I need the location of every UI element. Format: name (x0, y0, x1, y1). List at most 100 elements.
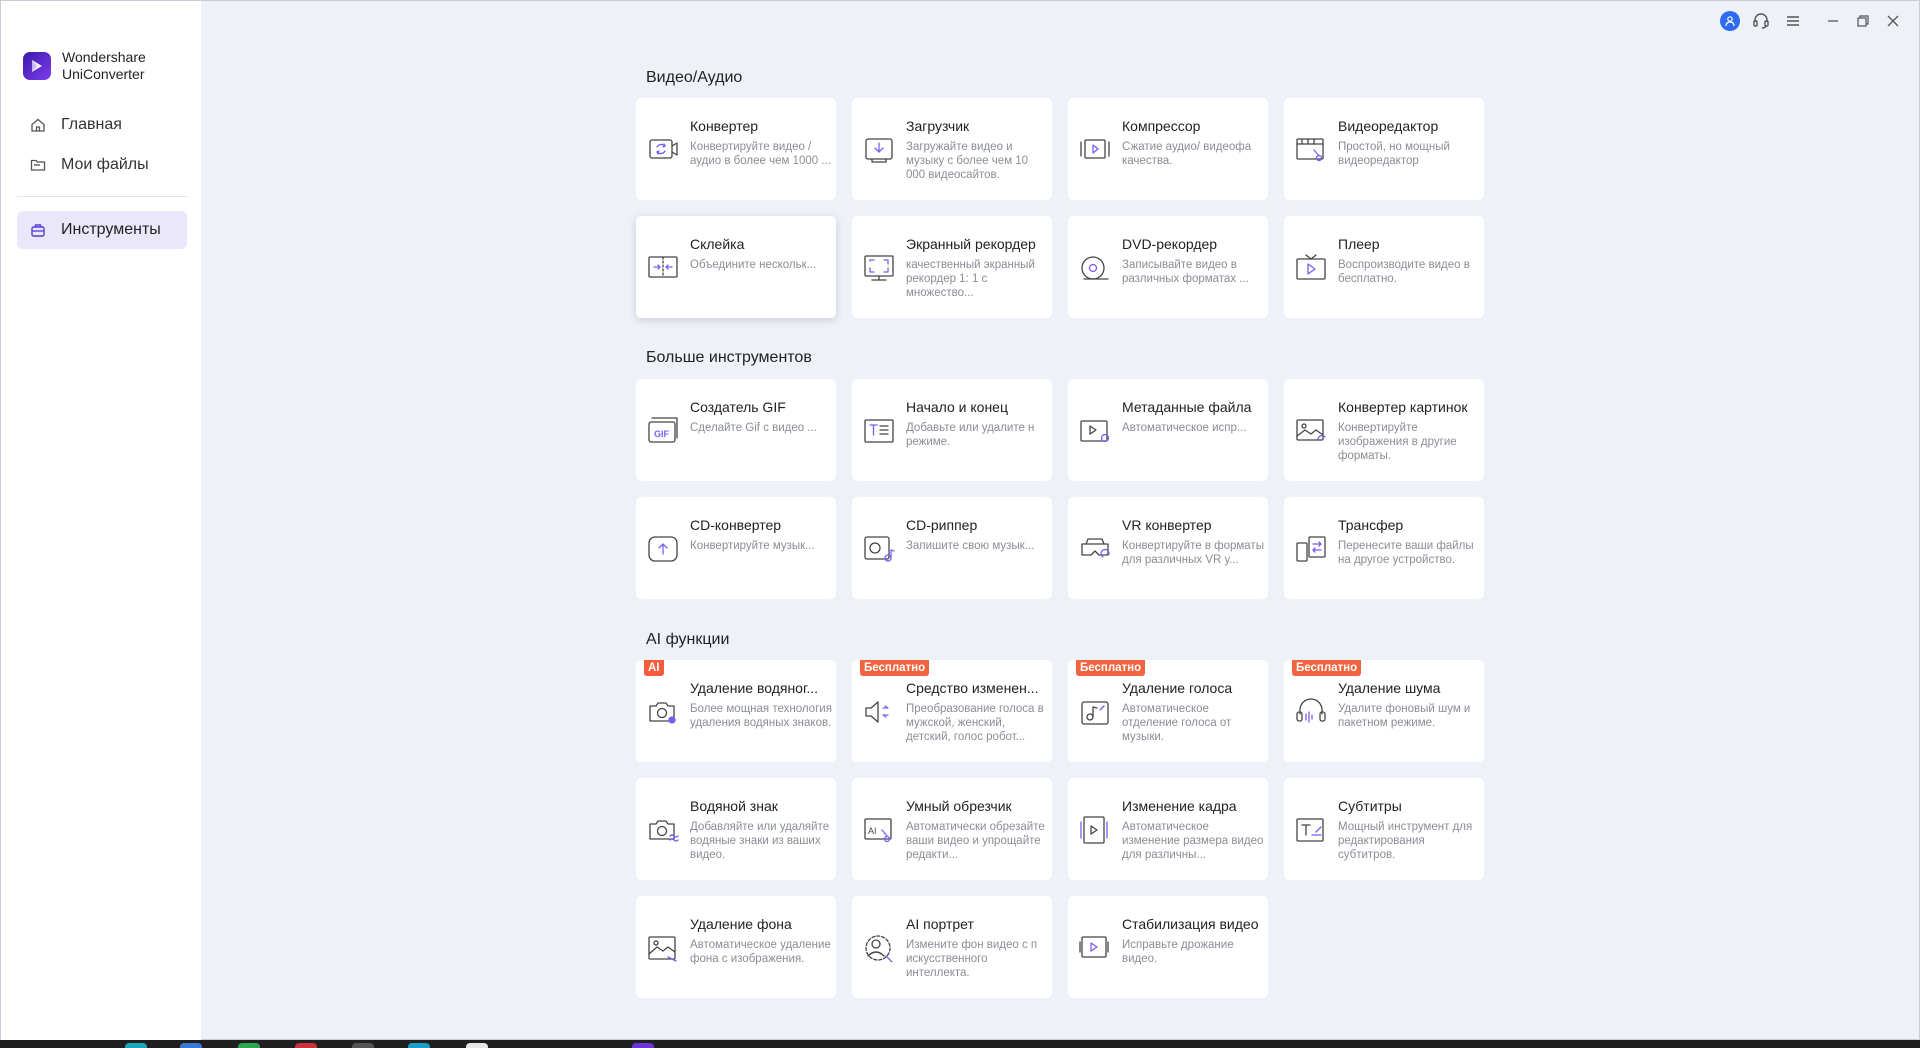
ai-badge: AI (644, 660, 664, 676)
taskbar-app-icon[interactable] (352, 1043, 374, 1048)
svg-text:GIF: GIF (654, 429, 670, 439)
sidebar-item-tools[interactable]: Инструменты (17, 211, 187, 249)
video-edit-icon (1296, 138, 1324, 162)
tool-card-screen-record[interactable]: Экранный рекордер качественный экранный р… (852, 216, 1052, 318)
tool-card-description: Сжатие аудио/ видеофа качества. (1122, 141, 1252, 167)
stabilize-icon (1079, 936, 1109, 958)
sidebar-item-label: Инструменты (61, 221, 161, 238)
tool-card-video-edit[interactable]: Видеоредактор Простой, но мощный видеоред… (1284, 98, 1484, 200)
tool-card-merge[interactable]: Склейка Объедините нескольк... (636, 216, 836, 318)
section-title-more-tools: Больше инструментов (646, 349, 812, 366)
tool-card-title: Субтитры (1338, 798, 1402, 814)
tool-card-gif[interactable]: GIF Создатель GIF Сделайте Gif с видео ... (636, 379, 836, 481)
tool-card-watermark[interactable]: Водяной знак Добавляйте или удаляйте водя… (636, 778, 836, 880)
tool-card-description: Добавляйте или удаляйте водяные знаки из… (690, 821, 830, 861)
tool-card-convert[interactable]: Конвертер Конвертируйте видео / аудио в б… (636, 98, 836, 200)
watermark-icon (649, 820, 679, 842)
close-icon (1887, 15, 1899, 27)
taskbar-app-icon[interactable] (295, 1043, 317, 1048)
tool-card-title: Конвертер (690, 118, 759, 134)
tool-card-title: Средство изменен... (906, 680, 1039, 696)
tool-card-title: Изменение кадра (1122, 798, 1237, 814)
tool-card-description: Автоматическое изменение размера видео д… (1122, 821, 1264, 861)
tool-card-title: Начало и конец (906, 399, 1008, 415)
intro-outro-icon (864, 419, 894, 443)
minimize-button[interactable] (1821, 9, 1845, 33)
brand-line-1: Wondershare (62, 49, 146, 65)
tool-card-watermark-remove[interactable]: AI Удаление водяног... Более мощная технол… (636, 660, 836, 762)
taskbar (0, 1040, 1920, 1048)
support-button[interactable] (1749, 9, 1773, 33)
gif-icon: GIF (648, 417, 678, 443)
screen-record-icon (864, 255, 894, 281)
voice-change-icon (865, 701, 889, 723)
taskbar-app-icon[interactable] (238, 1043, 260, 1048)
dvd-icon (1081, 256, 1109, 280)
tool-card-title: Удаление шума (1338, 680, 1441, 696)
compress-icon (1080, 139, 1110, 159)
transfer-icon (1296, 536, 1326, 562)
tool-card-intro-outro[interactable]: Начало и конец Добавьте или удалите н реж… (852, 379, 1052, 481)
tool-card-bg-remove[interactable]: Удаление фона Автоматическое удаление фон… (636, 896, 836, 998)
account-button[interactable] (1718, 9, 1742, 33)
sidebar-item-home[interactable]: Главная (17, 106, 187, 144)
tool-card-compress[interactable]: Компрессор Сжатие аудио/ видеофа качества… (1068, 98, 1268, 200)
tool-card-description: Добавьте или удалите н режиме. (906, 422, 1035, 448)
tool-card-cd-convert[interactable]: CD-конвертер Конвертируйте музык... (636, 497, 836, 599)
tool-card-description: Конвертируйте изображения в другие форма… (1338, 422, 1457, 462)
tool-card-description: Объедините нескольк... (690, 259, 817, 271)
cd-convert-icon (648, 536, 678, 562)
tool-card-player[interactable]: Плеер Воспроизводите видео в бесплатно. (1284, 216, 1484, 318)
tool-card-transfer[interactable]: Трансфер Перенесите ваши файлы на другое … (1284, 497, 1484, 599)
sidebar-divider (17, 196, 187, 197)
tool-card-vocal-remove[interactable]: Бесплатно Удаление голоса Автоматическое о… (1068, 660, 1268, 762)
tool-card-description: Автоматическое испр... (1122, 422, 1247, 434)
taskbar-app-icon[interactable] (125, 1043, 147, 1048)
tool-card-description: Автоматическое отделение голоса от музык… (1122, 703, 1232, 743)
tool-card-title: Загрузчик (906, 118, 970, 134)
tool-card-download[interactable]: Загрузчик Загружайте видео и музыку с бол… (852, 98, 1052, 200)
tool-card-description: Запишите свою музык... (906, 540, 1035, 552)
tool-card-dvd[interactable]: DVD-рекордер Записывайте видео в различны… (1068, 216, 1268, 318)
tool-card-title: Удаление водяног... (690, 680, 819, 696)
tool-card-description: Загружайте видео и музыку с более чем 10… (906, 141, 1029, 181)
tool-card-subtitle[interactable]: Субтитры Мощный инструмент для редактиров… (1284, 778, 1484, 880)
minimize-icon (1828, 20, 1838, 22)
taskbar-app-icon[interactable] (408, 1043, 430, 1048)
tool-card-noise-remove[interactable]: Бесплатно Удаление шума Удалите фоновый шу… (1284, 660, 1484, 762)
tool-card-stabilize[interactable]: Стабилизация видео Исправьте дрожание вид… (1068, 896, 1268, 998)
tool-card-image-convert[interactable]: Конвертер картинок Конвертируйте изображе… (1284, 379, 1484, 481)
tool-card-voice-change[interactable]: Бесплатно Средство изменен... Преобразован… (852, 660, 1052, 762)
tool-card-description: Записывайте видео в различных форматах .… (1122, 259, 1249, 285)
subtitle-icon (1296, 818, 1324, 842)
menu-icon (1787, 16, 1799, 26)
tool-card-metadata[interactable]: Метаданные файла Автоматическое испр... (1068, 379, 1268, 481)
tool-card-ai-portrait[interactable]: AI портрет Измените фон видео с п искусст… (852, 896, 1052, 998)
free-badge: Бесплатно (1076, 660, 1146, 676)
restore-button[interactable] (1851, 9, 1875, 33)
taskbar-app-icon[interactable] (632, 1043, 654, 1048)
tool-card-smart-trim[interactable]: AI Умный обрезчик Автоматически обрезайте … (852, 778, 1052, 880)
tool-card-vr[interactable]: VR конвертер Конвертируйте в форматы для … (1068, 497, 1268, 599)
sidebar-item-my-files[interactable]: Мои файлы (17, 146, 187, 184)
taskbar-app-icon[interactable] (180, 1043, 202, 1048)
taskbar-app-icon[interactable] (466, 1043, 488, 1048)
tool-card-description: Конвертируйте видео / аудио в более чем … (690, 141, 831, 167)
close-button[interactable] (1881, 9, 1905, 33)
sidebar-item-label: Главная (61, 116, 122, 133)
tool-card-description: Мощный инструмент для редактирования суб… (1338, 821, 1473, 861)
sidebar-item-label: Мои файлы (61, 156, 149, 173)
tool-card-reframe[interactable]: Изменение кадра Автоматическое изменение … (1068, 778, 1268, 880)
tool-card-title: AI портрет (906, 916, 974, 932)
tool-card-title: Конвертер картинок (1338, 399, 1468, 415)
tool-card-cd-rip[interactable]: CD-риппер Запишите свою музык... (852, 497, 1052, 599)
tool-card-title: Удаление голоса (1122, 680, 1233, 696)
ai-portrait-icon (865, 935, 893, 962)
restore-icon (1857, 15, 1869, 27)
section-title-ai-features: AI функции (646, 631, 730, 648)
tool-card-title: Трансфер (1338, 517, 1404, 533)
tool-card-description: Автоматическое удаление фона с изображен… (690, 939, 831, 965)
menu-button[interactable] (1781, 9, 1805, 33)
account-icon (1720, 11, 1740, 31)
tool-card-description: Автоматически обрезайте ваши видео и упр… (906, 821, 1045, 861)
